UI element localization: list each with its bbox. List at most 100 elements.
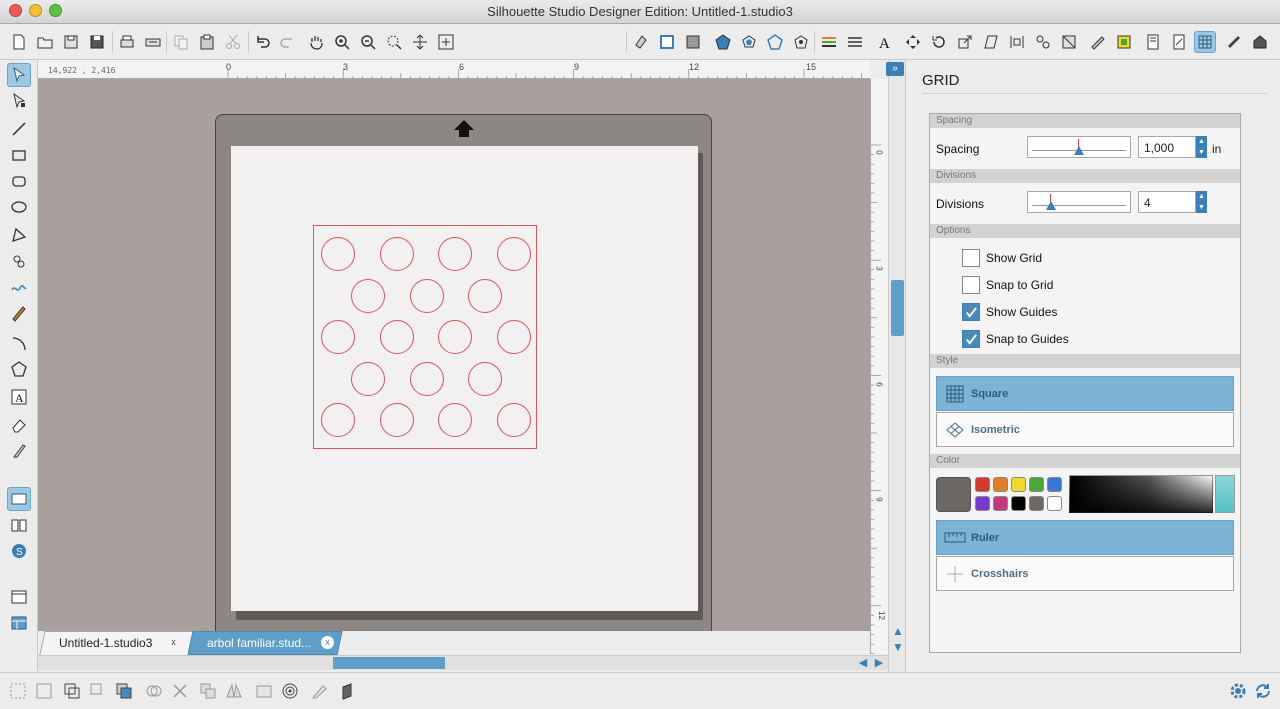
print-icon[interactable] — [116, 31, 138, 53]
split-view-icon[interactable] — [7, 611, 31, 635]
window-view-icon[interactable] — [7, 585, 31, 609]
compound-path-icon[interactable] — [62, 681, 82, 701]
color-swatch[interactable] — [975, 477, 990, 492]
color-swatch[interactable] — [1029, 496, 1044, 511]
rectangle-tool-icon[interactable] — [7, 143, 31, 167]
fill-pattern-icon[interactable] — [682, 31, 704, 53]
replicate-icon[interactable] — [1032, 31, 1054, 53]
edit-points-tool-icon[interactable] — [7, 89, 31, 113]
scroll-left-icon[interactable]: ◀ — [856, 656, 870, 670]
new-document-icon[interactable] — [8, 31, 30, 53]
bring-to-front-icon[interactable] — [114, 681, 134, 701]
eraser-tool-icon[interactable] — [7, 413, 31, 437]
line-width-icon[interactable] — [844, 31, 866, 53]
store-icon[interactable] — [1249, 31, 1271, 53]
hue-slider[interactable] — [1215, 475, 1235, 513]
color-swatch[interactable] — [1011, 496, 1026, 511]
circle-pattern-design[interactable] — [313, 225, 537, 449]
save-to-library-icon[interactable] — [86, 31, 108, 53]
release-compound-icon[interactable] — [88, 681, 108, 701]
color-swatch[interactable] — [1029, 477, 1044, 492]
copy-icon[interactable] — [170, 31, 192, 53]
pan-hand-icon[interactable] — [305, 31, 327, 53]
design-page[interactable] — [231, 146, 698, 611]
drag-zoom-icon[interactable] — [409, 31, 431, 53]
circle-shape[interactable] — [497, 237, 531, 271]
rounded-rectangle-tool-icon[interactable] — [7, 169, 31, 193]
style-square-button[interactable]: Square — [936, 376, 1234, 411]
circle-shape[interactable] — [380, 320, 414, 354]
trace-image-icon[interactable] — [1113, 31, 1135, 53]
horizontal-scroll-thumb[interactable] — [333, 657, 445, 669]
scroll-up-icon[interactable]: ▲ — [890, 624, 906, 638]
vertical-scrollbar[interactable]: » ▲ ▼ — [888, 60, 906, 672]
slider-knob-icon[interactable] — [1046, 201, 1056, 210]
weld-icon[interactable] — [144, 681, 164, 701]
tab-close-icon[interactable]: x — [321, 636, 334, 649]
horizontal-scrollbar[interactable]: ◀ ▶ — [38, 655, 888, 670]
duplicate-icon[interactable] — [198, 681, 218, 701]
document-tab[interactable]: arbol familiar.stud... — [187, 631, 343, 655]
fit-to-window-icon[interactable] — [435, 31, 457, 53]
ellipse-tool-icon[interactable] — [7, 195, 31, 219]
spacing-input[interactable]: 1,000 — [1138, 136, 1196, 158]
cut-send-icon[interactable] — [1223, 31, 1245, 53]
scroll-right-icon[interactable]: ▶ — [872, 656, 886, 670]
offset-icon[interactable] — [738, 31, 760, 53]
rotate-icon[interactable] — [928, 31, 950, 53]
circle-shape[interactable] — [321, 320, 355, 354]
regular-polygon-tool-icon[interactable] — [7, 357, 31, 381]
workspace[interactable] — [38, 79, 870, 634]
freehand-tool-icon[interactable] — [7, 275, 31, 299]
cut-settings-icon[interactable] — [1168, 31, 1190, 53]
circle-shape[interactable] — [438, 320, 472, 354]
ungroup-icon[interactable] — [34, 681, 54, 701]
grid-settings-icon[interactable] — [1194, 31, 1216, 53]
arc-tool-icon[interactable] — [7, 331, 31, 355]
circle-shape[interactable] — [321, 403, 355, 437]
ruler-option-button[interactable]: Ruler — [936, 520, 1234, 555]
line-color-icon[interactable] — [656, 31, 678, 53]
undo-icon[interactable] — [251, 31, 273, 53]
circle-shape[interactable] — [380, 403, 414, 437]
divisions-slider[interactable] — [1027, 191, 1131, 213]
open-folder-icon[interactable] — [34, 31, 56, 53]
line-tool-icon[interactable] — [7, 117, 31, 141]
registration-marks-icon[interactable] — [280, 681, 300, 701]
cut-icon[interactable] — [222, 31, 244, 53]
line-style-icon[interactable] — [818, 31, 840, 53]
circle-shape[interactable] — [410, 279, 444, 313]
layers-icon[interactable] — [338, 681, 358, 701]
refresh-icon[interactable] — [1253, 681, 1273, 701]
circle-shape[interactable] — [468, 279, 502, 313]
option-row[interactable]: Show Guides — [962, 302, 1057, 322]
circle-shape[interactable] — [351, 362, 385, 396]
divisions-stepper[interactable]: ▲ ▼ — [1196, 191, 1207, 213]
option-row[interactable]: Snap to Grid — [962, 275, 1053, 295]
color-swatch[interactable] — [993, 496, 1008, 511]
group-icon[interactable] — [8, 681, 28, 701]
knife-tool-icon[interactable] — [7, 439, 31, 463]
option-checkbox[interactable] — [962, 249, 980, 267]
polygon-tool-icon[interactable] — [7, 223, 31, 247]
move-icon[interactable] — [902, 31, 924, 53]
divisions-input[interactable]: 4 — [1138, 191, 1196, 213]
tab-close-icon[interactable]: x — [167, 636, 180, 649]
design-page-view-icon[interactable] — [7, 487, 31, 511]
page-setup-icon[interactable] — [1142, 31, 1164, 53]
circle-shape[interactable] — [497, 320, 531, 354]
style-isometric-button[interactable]: Isometric — [936, 412, 1234, 447]
spacing-slider[interactable] — [1027, 136, 1131, 158]
circle-shape[interactable] — [410, 362, 444, 396]
zoom-selection-icon[interactable] — [383, 31, 405, 53]
cutting-blade-icon[interactable] — [310, 681, 330, 701]
zoom-out-icon[interactable] — [357, 31, 379, 53]
color-swatch[interactable] — [1047, 477, 1062, 492]
option-row[interactable]: Show Grid — [962, 248, 1042, 268]
color-swatch[interactable] — [975, 496, 990, 511]
fill-color-icon[interactable] — [630, 31, 652, 53]
color-swatch[interactable] — [1011, 477, 1026, 492]
library-icon[interactable] — [7, 513, 31, 537]
option-row[interactable]: Snap to Guides — [962, 329, 1069, 349]
circle-shape[interactable] — [468, 362, 502, 396]
